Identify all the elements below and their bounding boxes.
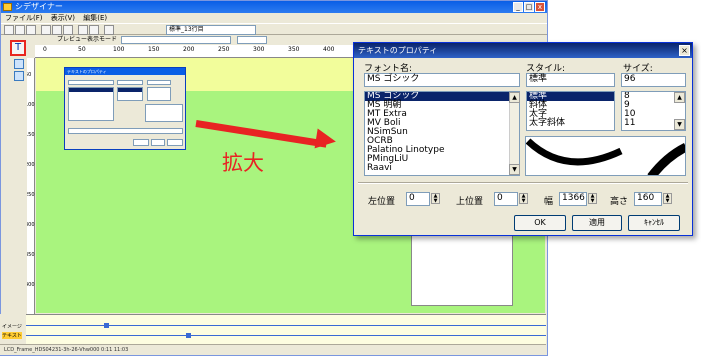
mini-ok-button	[133, 139, 149, 146]
play-icon[interactable]	[104, 25, 114, 35]
cancel-button[interactable]: ｷｬﾝｾﾙ	[628, 215, 680, 231]
width-input[interactable]: 1366	[559, 192, 587, 206]
style-list-item[interactable]: 太字斜体	[527, 119, 614, 128]
menu-edit[interactable]: 編集(E)	[83, 14, 107, 22]
mini-sample	[145, 104, 183, 122]
mini-style-input	[117, 80, 143, 85]
copy-icon[interactable]	[52, 25, 62, 35]
arrow-right-icon	[314, 128, 338, 152]
style-list[interactable]: 標準 斜体 太字 太字斜体	[526, 91, 615, 131]
left-spin-icon[interactable]: ▲ ▼	[431, 193, 440, 204]
timeline[interactable]	[26, 314, 546, 344]
mini-font-list	[68, 87, 114, 121]
shape-tool-icon[interactable]	[14, 71, 24, 81]
zoom-icon[interactable]	[78, 25, 88, 35]
scroll-up-icon[interactable]: ▲	[509, 92, 520, 103]
apply-button[interactable]: 適用	[572, 215, 622, 231]
font-list[interactable]: MS ゴシック MS 明朝 MT Extra MV Boli NSimSun O…	[364, 91, 520, 176]
scroll-down-icon[interactable]: ▼	[674, 119, 685, 130]
paste-icon[interactable]	[63, 25, 73, 35]
ruler-tick-label: 200	[183, 46, 195, 53]
preview-panel	[411, 228, 513, 306]
status-bar: LCD_Frame_HDS04231-3h-26-Vhw000 0:11 11:…	[0, 344, 546, 355]
top-spin-icon[interactable]: ▲ ▼	[519, 193, 528, 204]
top-position-label: 上位置	[456, 197, 484, 207]
ruler-tick-label: 50	[78, 46, 86, 53]
ruler-tick-label: 300	[253, 46, 265, 53]
width-spin-icon[interactable]: ▲ ▼	[588, 193, 597, 204]
height-label: 高さ	[610, 197, 629, 207]
separator	[358, 182, 688, 184]
ruler-tick-label: 350	[288, 46, 300, 53]
mini-dialog-title: テキストのプロパティ	[65, 68, 185, 75]
font-list-scrollbar[interactable]	[509, 92, 519, 175]
image-tool-icon[interactable]	[14, 59, 24, 69]
menu-view[interactable]: 表示(V)	[51, 14, 75, 22]
mini-size-list	[147, 87, 171, 101]
ruler-tick-label: 400	[323, 46, 335, 53]
mini-cancel-button	[167, 139, 183, 146]
open-icon[interactable]	[15, 25, 25, 35]
cut-icon[interactable]	[41, 25, 51, 35]
scroll-down-icon[interactable]: ▼	[509, 164, 520, 175]
minimize-icon[interactable]: _	[513, 2, 523, 12]
mini-apply-button	[151, 139, 165, 146]
timeline-keyframe[interactable]	[186, 333, 191, 338]
app-icon	[3, 3, 12, 11]
toolbar: 標準_13行目	[1, 23, 547, 35]
sample-glyph	[526, 138, 685, 175]
timeline-keyframe[interactable]	[104, 323, 109, 328]
left-position-label: 左位置	[368, 197, 396, 207]
grid-icon[interactable]	[89, 25, 99, 35]
height-input[interactable]: 160	[634, 192, 662, 206]
mini-text-properties: テキストのプロパティ	[64, 67, 186, 150]
scroll-up-icon[interactable]: ▲	[674, 92, 685, 103]
font-name-input[interactable]: MS ゴシック	[364, 73, 520, 87]
height-spin-icon[interactable]: ▲ ▼	[663, 193, 672, 204]
top-position-input[interactable]: 0	[494, 192, 518, 206]
size-input[interactable]: 96	[621, 73, 686, 87]
mini-position-row	[68, 128, 183, 134]
left-position-input[interactable]: 0	[406, 192, 430, 206]
menu-file[interactable]: ファイル(F)	[5, 14, 43, 22]
ok-button[interactable]: OK	[514, 215, 566, 231]
save-icon[interactable]	[26, 25, 36, 35]
font-sample-preview	[525, 136, 686, 176]
timeline-labels: イメージ テキスト	[0, 314, 26, 344]
text-tool-button[interactable]: T	[10, 40, 26, 56]
style-input[interactable]: 標準	[526, 73, 615, 87]
vertical-ruler: 50 100 150 200 250 300 350 400	[25, 58, 35, 315]
ruler-tick-label: 0	[43, 46, 47, 53]
font-list-item[interactable]: Raavi	[365, 164, 519, 173]
app-title: シデザイナー	[15, 2, 63, 11]
close-icon[interactable]: x	[535, 2, 545, 12]
timeline-image-label: イメージ	[2, 324, 22, 330]
preview-mode-label: プレビュー表示モード	[57, 36, 118, 43]
app-title-bar: シデザイナー _ □ x	[1, 1, 547, 13]
mini-style-list	[117, 87, 143, 101]
dialog-title: テキストのプロパティ	[354, 43, 692, 58]
width-label: 幅	[544, 197, 554, 207]
ruler-tick-label: 150	[148, 46, 160, 53]
maximize-icon[interactable]: □	[524, 2, 534, 12]
close-icon[interactable]: ×	[679, 45, 690, 56]
mini-font-input	[68, 80, 114, 85]
text-properties-dialog: テキストのプロパティ × フォント名: スタイル: サイズ: MS ゴシック 標…	[353, 42, 693, 236]
menu-bar: ファイル(F) 表示(V) 編集(E)	[1, 13, 547, 23]
new-icon[interactable]	[4, 25, 14, 35]
zoom-label: 拡大	[222, 151, 264, 175]
timeline-text-label: テキスト	[2, 332, 22, 339]
mini-size-input	[147, 80, 171, 85]
layout-name-field[interactable]: 標準_13行目	[166, 25, 256, 35]
preview-mode-select[interactable]	[121, 36, 231, 44]
ruler-tick-label: 250	[218, 46, 230, 53]
zoom-select[interactable]	[237, 36, 267, 44]
ruler-tick-label: 100	[113, 46, 125, 53]
